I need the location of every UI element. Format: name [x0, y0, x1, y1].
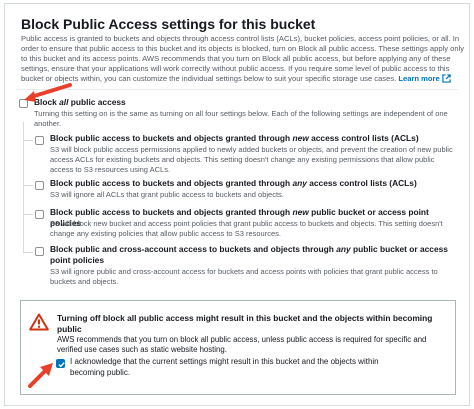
- learn-more-link[interactable]: Learn more: [398, 74, 451, 86]
- tree-branch: [23, 214, 33, 215]
- acknowledge-label: I acknowledge that the current settings …: [70, 357, 379, 377]
- warning-text: AWS recommends that you turn on block al…: [57, 335, 427, 355]
- tree-branch: [23, 140, 33, 141]
- option-any-acl-description: S3 will ignore all ACLs that grant publi…: [50, 190, 284, 199]
- section-title: Block Public Access settings for this bu…: [21, 16, 316, 32]
- option-any-policy-checkbox[interactable]: [35, 247, 44, 256]
- option-new-acl-checkbox[interactable]: [35, 136, 44, 145]
- acknowledge-checkbox[interactable]: [56, 359, 65, 368]
- warning-title: Turning off block all public access migh…: [57, 313, 433, 334]
- checkmark-icon: [58, 362, 65, 368]
- tree-line: [23, 122, 24, 252]
- external-link-icon: [442, 74, 451, 86]
- option-new-acl-title: Block public access to buckets and objec…: [50, 133, 419, 143]
- divider: [16, 89, 458, 90]
- option-any-acl-title: Block public access to buckets and objec…: [50, 178, 417, 188]
- red-arrow-annotation: [28, 363, 53, 388]
- option-any-policy-description: S3 will ignore public and cross-account …: [50, 267, 438, 286]
- block-all-description: Turning this setting on is the same as t…: [34, 109, 448, 128]
- warning-alert: Turning off block all public access migh…: [20, 300, 456, 395]
- option-new-policy-description: S3 will block new bucket and access poin…: [50, 219, 443, 238]
- option-new-policy-checkbox[interactable]: [35, 210, 44, 219]
- option-any-acl-checkbox[interactable]: [35, 181, 44, 190]
- section-intro: Public access is granted to buckets and …: [21, 34, 467, 86]
- warning-triangle-icon: [29, 313, 49, 336]
- tree-branch: [23, 252, 33, 253]
- red-arrow-annotation: [24, 83, 72, 102]
- option-any-policy-title: Block public and cross-account access to…: [50, 244, 448, 265]
- tree-branch: [23, 185, 33, 186]
- option-new-acl-description: S3 will block public access permissions …: [50, 145, 453, 174]
